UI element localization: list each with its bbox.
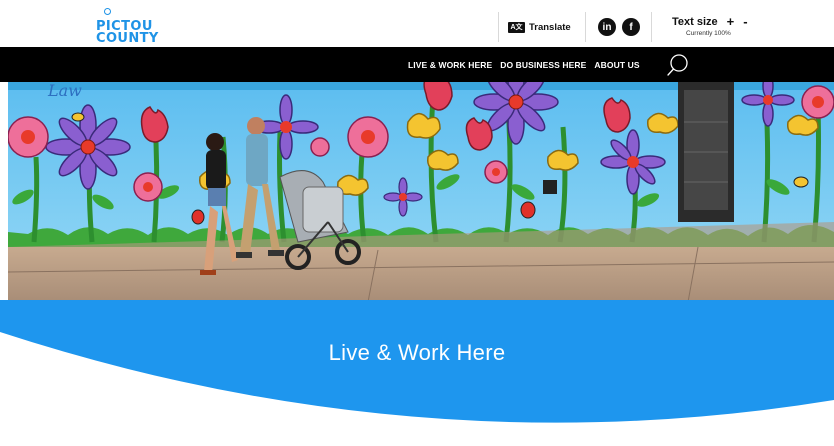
header-divider xyxy=(651,12,652,42)
hero-image: Law xyxy=(8,82,834,302)
text-size-increase-button[interactable]: + xyxy=(727,14,735,29)
linkedin-icon[interactable]: in xyxy=(598,18,616,36)
page-title: Live & Work Here xyxy=(328,340,506,365)
section-banner xyxy=(0,300,834,423)
text-size-label: Text size xyxy=(672,15,718,28)
text-size-control: Text size + - Currently 100% xyxy=(672,14,782,37)
mural-photo: Law xyxy=(8,82,834,302)
nav-item-do-business[interactable]: DO BUSINESS HERE xyxy=(500,60,586,70)
nav-item-about-us[interactable]: ABOUT US xyxy=(594,60,639,70)
logo-mark-icon xyxy=(104,8,111,15)
pictou-county-logo[interactable]: PICTOU COUNTY xyxy=(84,8,174,46)
translate-icon: A文 xyxy=(508,21,525,33)
translate-button[interactable]: A文 Translate xyxy=(508,12,571,42)
nav-item-live-work[interactable]: LIVE & WORK HERE xyxy=(408,60,492,70)
header-divider xyxy=(498,12,499,42)
search-icon[interactable] xyxy=(666,53,690,77)
header-divider xyxy=(585,12,586,42)
text-size-status: Currently 100% xyxy=(686,30,731,37)
social-links: in f xyxy=(598,12,640,42)
mural-text: Law xyxy=(47,82,82,100)
site-header: PICTOU COUNTY A文 Translate in f Text siz… xyxy=(0,0,834,47)
translate-label: Translate xyxy=(529,21,571,33)
facebook-icon[interactable]: f xyxy=(622,18,640,36)
main-nav: LIVE & WORK HERE DO BUSINESS HERE ABOUT … xyxy=(0,47,834,82)
logo-line-2: COUNTY xyxy=(96,31,159,46)
text-size-decrease-button[interactable]: - xyxy=(743,14,747,29)
